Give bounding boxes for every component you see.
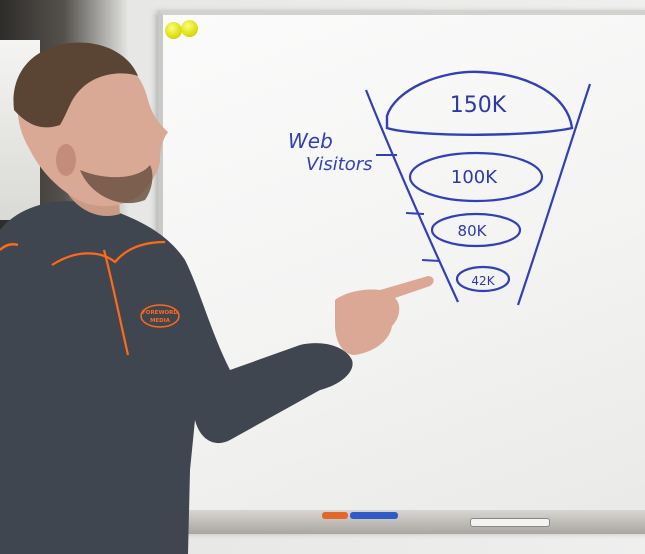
jacket bbox=[0, 201, 353, 554]
logo-line1: FOREWORD bbox=[142, 310, 178, 316]
ear bbox=[56, 144, 76, 176]
presenter: FOREWORD MEDIA bbox=[0, 42, 434, 554]
pointing-hand bbox=[335, 276, 434, 355]
logo-line2: MEDIA bbox=[150, 318, 171, 324]
